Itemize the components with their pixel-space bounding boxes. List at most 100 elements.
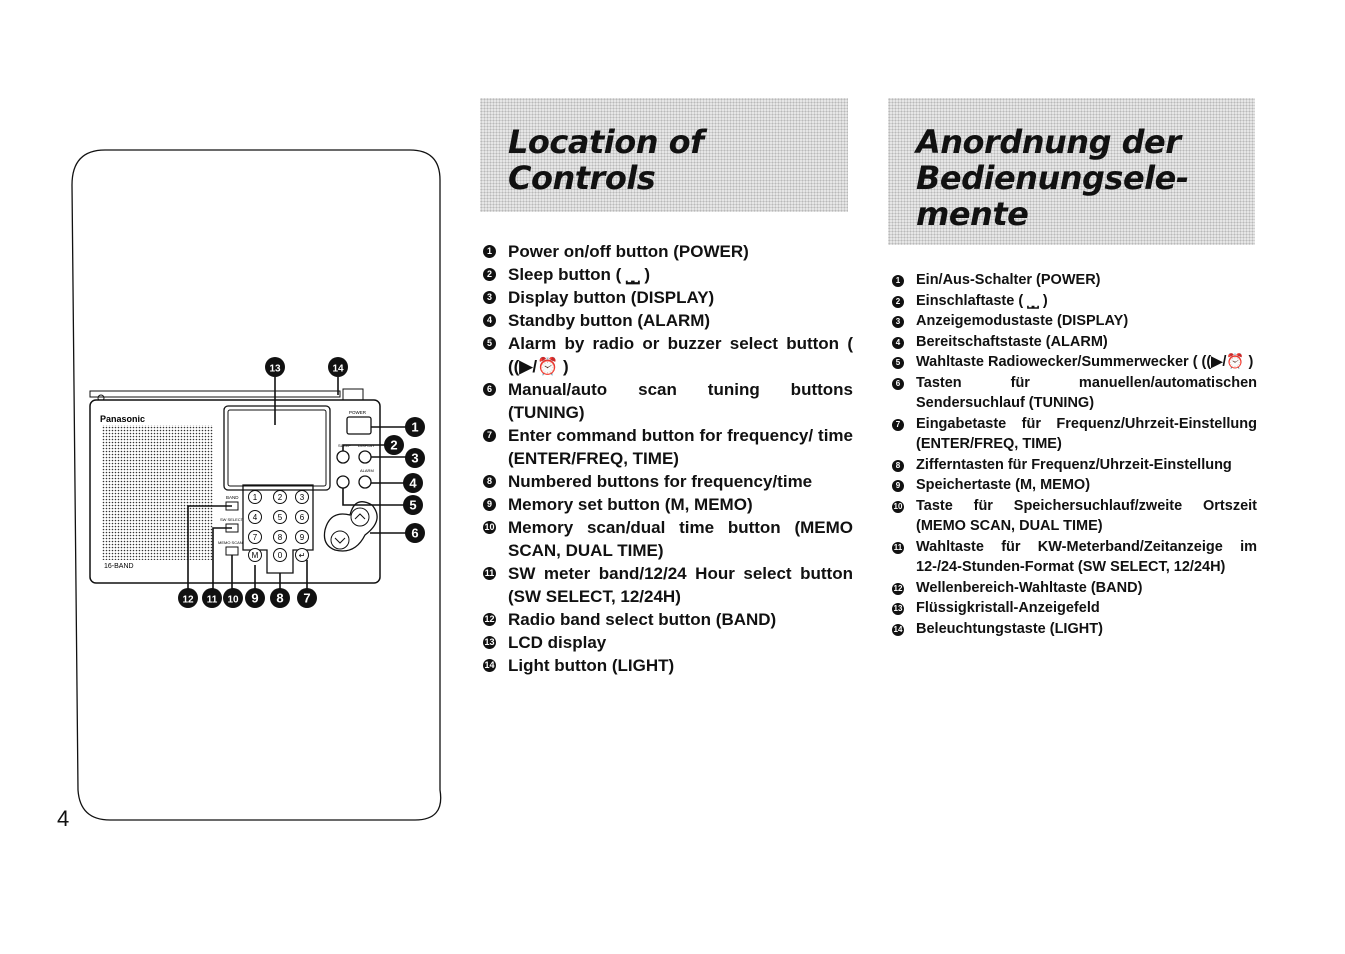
list-item: 3 Anzeigemodustaste (DISPLAY) — [892, 311, 1257, 332]
key-label: 0 — [278, 551, 283, 560]
item-number-badge: 4 — [892, 336, 904, 349]
english-heading-box: Location of Controls — [480, 98, 848, 212]
callout-number: 2 — [390, 438, 397, 453]
item-text: Ein/Aus-Schalter (POWER) — [916, 272, 1101, 288]
callout-number: 5 — [409, 498, 416, 513]
callout-number: 14 — [332, 364, 344, 375]
item-text: Wahltaste für KW-Meterband/Zeitanzeige i… — [916, 538, 1257, 576]
list-item: 2 Sleep button ( ⎵⎵ ) — [483, 263, 853, 286]
callout-number: 13 — [269, 364, 281, 375]
key-label: 9 — [300, 533, 305, 542]
svg-text:16-BAND: 16-BAND — [104, 563, 134, 570]
item-text: Wellenbereich-Wahltaste (BAND) — [916, 579, 1143, 596]
list-item: 12 Wellenbereich-Wahltaste (BAND) — [892, 578, 1257, 599]
item-text: Anzeigemodustaste (DISPLAY) — [916, 313, 1129, 329]
item-text: Alarm by radio or buzzer select button (… — [508, 334, 853, 376]
key-label: 2 — [278, 493, 283, 502]
item-text: Standby button (ALARM) — [508, 311, 711, 330]
english-heading: Location of Controls — [508, 123, 704, 197]
list-item: 14 Beleuchtungstaste (LIGHT) — [892, 619, 1257, 640]
item-number-badge: 7 — [892, 418, 904, 431]
callout-number: 11 — [207, 595, 218, 606]
svg-text:BAND: BAND — [226, 495, 239, 500]
svg-text:MEMO SCAN: MEMO SCAN — [218, 540, 243, 545]
item-text: Einschlaftaste ( ⎵⎵ ) — [916, 292, 1048, 309]
list-item: 4 Standby button (ALARM) — [483, 309, 853, 332]
callout-number: 8 — [276, 591, 283, 606]
item-number-badge: 3 — [892, 316, 904, 328]
item-number-badge: 4 — [483, 314, 496, 327]
item-number-badge: 9 — [892, 480, 904, 492]
item-text: Beleuchtungstaste (LIGHT) — [916, 620, 1103, 637]
item-text: Zifferntasten für Frequenz/Uhrzeit-Einst… — [916, 456, 1232, 473]
german-heading-box: Anordnung der Bedienungsele- mente — [888, 98, 1255, 245]
alarm-select-button — [336, 475, 350, 489]
list-item: 8 Numbered buttons for frequency/time — [483, 470, 853, 493]
list-item: 5 Wahltaste Radiowecker/Summerwecker ( ((… — [892, 352, 1257, 373]
item-text: LCD display — [508, 633, 607, 652]
display-button — [358, 450, 372, 464]
list-item: 10 Memory scan/dual time button (MEMO SCA… — [483, 516, 853, 562]
item-number-badge: 14 — [892, 623, 904, 636]
item-number-badge: 2 — [892, 295, 904, 308]
item-number-badge: 12 — [483, 613, 496, 626]
item-number-badge: 8 — [483, 475, 496, 488]
item-text: Numbered buttons for frequency/time — [508, 472, 813, 491]
item-number-badge: 6 — [892, 377, 904, 390]
item-number-badge: 6 — [483, 383, 496, 396]
item-number-badge: 7 — [483, 429, 496, 442]
key-label: M — [252, 551, 259, 560]
callout-number: 9 — [251, 591, 258, 606]
item-text: Taste für Speichersuchlauf/zweite Ortsze… — [916, 497, 1257, 535]
list-item: 6 Tasten für manuellen/automatischen Send… — [892, 373, 1257, 414]
item-number-badge: 8 — [892, 459, 904, 472]
brand-logo: Panasonic — [100, 414, 145, 424]
key-label: 7 — [253, 533, 258, 542]
key-label: 6 — [300, 513, 305, 522]
item-text: Enter command button for frequency/ time… — [508, 426, 853, 468]
speaker-grille — [102, 425, 213, 560]
page-number: 4 — [57, 806, 70, 831]
list-item: 14 Light button (LIGHT) — [483, 654, 853, 677]
list-item: 11 Wahltaste für KW-Meterband/Zeitanzeige… — [892, 537, 1257, 578]
item-number-badge: 13 — [483, 636, 496, 649]
item-text: Sleep button ( ⎵⎵ ) — [508, 265, 651, 284]
item-text: Power on/off button (POWER) — [508, 242, 749, 261]
list-item: 1 Ein/Aus-Schalter (POWER) — [892, 270, 1257, 291]
callout-number: 3 — [411, 451, 418, 466]
key-label: 1 — [253, 493, 258, 502]
item-text: Memory scan/dual time button (MEMO SCAN,… — [508, 518, 853, 560]
callout-number: 10 — [227, 595, 239, 606]
list-item: 9 Speichertaste (M, MEMO) — [892, 475, 1257, 496]
item-number-badge: 12 — [892, 582, 904, 595]
list-item: 3 Display button (DISPLAY) — [483, 286, 853, 309]
item-number-badge: 1 — [892, 275, 904, 287]
item-number-badge: 3 — [483, 291, 496, 304]
item-text: Flüssigkristall-Anzeigefeld — [916, 600, 1100, 616]
callout-number: 4 — [409, 476, 417, 491]
item-text: Display button (DISPLAY) — [508, 288, 715, 307]
item-text: Wahltaste Radiowecker/Summerwecker ( ((▶… — [916, 354, 1254, 370]
list-item: 10 Taste für Speichersuchlauf/zweite Orts… — [892, 496, 1257, 537]
key-label: 3 — [300, 493, 305, 502]
list-item: 5 Alarm by radio or buzzer select button … — [483, 332, 853, 378]
item-number-badge: 1 — [483, 245, 496, 258]
german-heading: Anordnung der Bedienungsele- mente — [916, 123, 1189, 233]
item-number-badge: 13 — [892, 603, 904, 615]
english-controls-list: 1 Power on/off button (POWER) 2 Sleep butto… — [483, 240, 853, 677]
list-item: 12 Radio band select button (BAND) — [483, 608, 853, 631]
item-text: Bereitschaftstaste (ALARM) — [916, 333, 1108, 350]
list-item: 6 Manual/auto scan tuning buttons (TUNING… — [483, 378, 853, 424]
item-text: Memory set button (M, MEMO) — [508, 495, 753, 514]
item-text: Speichertaste (M, MEMO) — [916, 477, 1091, 493]
item-text: SW meter band/12/24 Hour select button (… — [508, 564, 853, 606]
item-number-badge: 10 — [892, 500, 904, 513]
svg-text:ALARM: ALARM — [360, 468, 374, 473]
list-item: 13 LCD display — [483, 631, 853, 654]
callout-number: 12 — [182, 595, 194, 606]
item-number-badge: 9 — [483, 498, 496, 511]
list-item: 9 Memory set button (M, MEMO) — [483, 493, 853, 516]
item-number-badge: 5 — [483, 337, 496, 350]
item-number-badge: 2 — [483, 268, 496, 281]
callout-number: 7 — [303, 591, 310, 606]
